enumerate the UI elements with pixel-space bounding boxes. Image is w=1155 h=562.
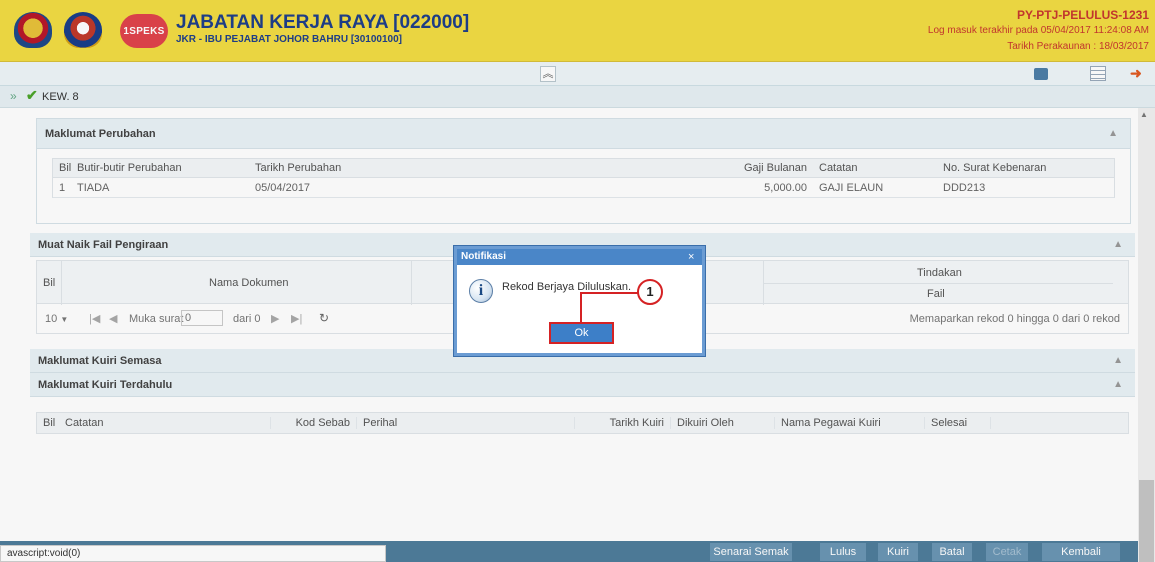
callout-line bbox=[580, 292, 582, 322]
dialog-title: Notifikasi bbox=[457, 249, 702, 265]
ok-button[interactable]: Ok bbox=[549, 322, 614, 344]
callout-line bbox=[580, 292, 638, 294]
callout-badge: 1 bbox=[637, 279, 663, 305]
info-icon: i bbox=[469, 279, 493, 303]
close-icon[interactable]: × bbox=[688, 251, 694, 263]
